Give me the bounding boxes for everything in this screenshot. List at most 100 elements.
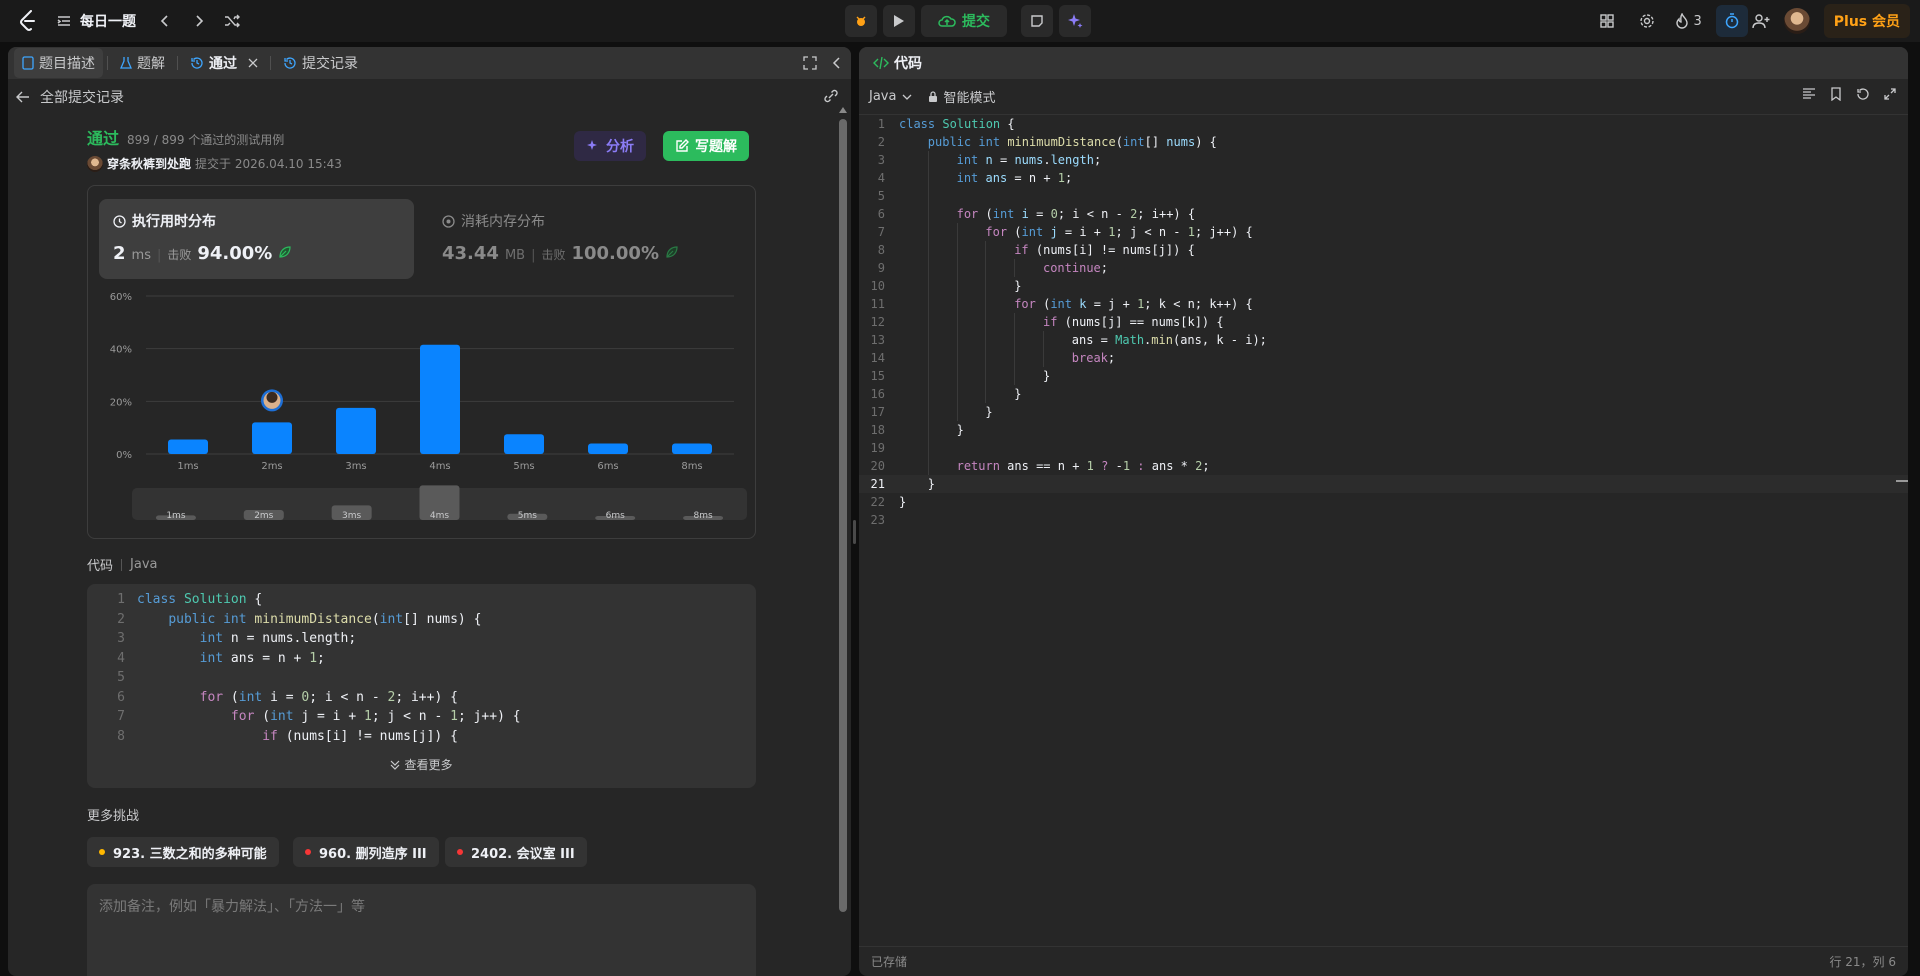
runtime-bar — [420, 344, 460, 454]
challenge-chip[interactable]: 2402. 会议室 III — [445, 837, 587, 867]
panel-resize-handle[interactable] — [853, 520, 856, 544]
code-line: 4 int ans = n + 1; — [877, 169, 1073, 187]
code-language: Java — [130, 557, 158, 572]
leetcode-logo-icon[interactable] — [14, 7, 42, 35]
code-line: 9 continue; — [877, 259, 1109, 277]
plus-membership-button[interactable]: Plus 会员 — [1823, 4, 1910, 38]
notes-button[interactable] — [1021, 5, 1053, 37]
prev-problem-icon[interactable] — [158, 14, 172, 28]
runtime-distribution-chart[interactable]: 60% 40% 20% 0% 1ms 2ms 3ms 4ms 5ms 6ms 8ms 1ms 2ms 3m… — [88, 186, 755, 538]
code-line: 6 for (int i = 0; i < n - 2; i++) { — [117, 689, 458, 705]
difficulty-dot — [99, 849, 105, 855]
code-label: 代码 — [87, 559, 114, 574]
y-tick-label: 60% — [110, 292, 132, 303]
challenge-chip[interactable]: 960. 删列造序 III — [293, 837, 439, 867]
code-line: 23 — [870, 513, 885, 527]
difficulty-dot — [457, 849, 463, 855]
cloud-upload-icon — [938, 14, 956, 28]
code-line: 19 — [859, 439, 1908, 457]
code-line: 7 for (int j = i + 1; j < n - 1; j++) { — [117, 709, 521, 724]
code-editor[interactable]: 1 class Solution { 2 public int minimumDis… — [859, 115, 1908, 955]
challenge-label: 923. 三数之和的多种可能 — [113, 846, 267, 862]
next-problem-icon[interactable] — [192, 14, 206, 28]
x-tick-label: 2ms — [261, 461, 282, 472]
user-avatar-hair — [266, 391, 278, 403]
scrollbar-thumb[interactable] — [839, 119, 847, 912]
editor-status-bar: 已存储 行 21，列 6 — [859, 946, 1908, 976]
reset-icon[interactable] — [1856, 87, 1870, 101]
scroll-up-arrow[interactable] — [839, 107, 847, 113]
layout-icon[interactable] — [1599, 13, 1615, 29]
tab-divider — [177, 56, 178, 70]
bookmark-icon[interactable] — [1830, 87, 1842, 101]
problem-list-icon[interactable] — [56, 13, 72, 29]
code-section-header: 代码 Java — [87, 555, 157, 574]
range-tick-label: 8ms — [693, 511, 712, 521]
history-icon — [283, 56, 297, 70]
note-textarea[interactable]: 添加备注，例如「暴力解法」、「方法一」等 — [87, 884, 756, 976]
all-submissions-link[interactable]: 全部提交记录 — [40, 87, 124, 107]
smart-mode-toggle[interactable]: 智能模式 — [928, 87, 995, 106]
tab-label: 通过 — [209, 56, 237, 72]
close-tab-icon[interactable] — [248, 58, 258, 68]
code-line: 5 — [117, 670, 125, 685]
smart-mode-label: 智能模式 — [943, 91, 996, 106]
debug-button[interactable] — [845, 5, 877, 37]
chevron-down-icon — [902, 93, 912, 101]
code-line: 1 class Solution { — [117, 592, 263, 607]
write-solution-button[interactable]: 写题解 — [663, 131, 749, 161]
streak-count: 3 — [1693, 13, 1702, 29]
vertical-scrollbar[interactable] — [839, 107, 847, 970]
daily-problem-link[interactable]: 每日一题 — [80, 11, 136, 31]
tab-code[interactable]: 代码 — [865, 48, 930, 78]
code-line: 21} — [859, 475, 1908, 493]
language-label: Java — [869, 89, 897, 104]
user-avatar[interactable] — [1783, 8, 1810, 34]
sparkle-icon — [1067, 13, 1083, 29]
code-line: 8 if (nums[i] != nums[j]) { — [117, 728, 458, 744]
challenge-chip[interactable]: 923. 三数之和的多种可能 — [87, 837, 279, 867]
submitter-name[interactable]: 穿条秋裤到处跑 — [107, 155, 191, 172]
tab-solutions[interactable]: 题解 — [112, 48, 173, 78]
range-tick-label: 2ms — [254, 511, 273, 521]
x-tick-label: 6ms — [597, 461, 618, 472]
cursor-position: 行 21，列 6 — [1829, 955, 1896, 969]
document-icon — [22, 56, 34, 70]
double-chevron-down-icon — [390, 760, 400, 770]
ai-assistant-button[interactable] — [1059, 5, 1091, 37]
language-select[interactable]: Java — [869, 89, 912, 104]
code-line: 12 if (nums[j] == nums[k]) { — [870, 313, 1224, 331]
format-icon[interactable] — [1802, 87, 1816, 101]
code-line: 10} — [870, 277, 1022, 295]
streak-counter[interactable]: 3 — [1675, 13, 1702, 29]
code-line: 7 for (int j = i + 1; j < n - 1; j++) { — [877, 223, 1253, 241]
code-line: 17} — [870, 403, 993, 421]
collapse-panel-icon[interactable] — [831, 56, 841, 70]
analyze-button[interactable]: 分析 — [574, 131, 646, 161]
back-arrow-icon[interactable] — [16, 91, 30, 103]
timer-button[interactable] — [1715, 5, 1748, 37]
share-link-icon[interactable] — [823, 89, 839, 103]
code-brackets-icon — [873, 56, 889, 70]
shuffle-icon[interactable] — [224, 14, 240, 28]
status-badge: 通过 — [87, 129, 120, 148]
tab-submissions[interactable]: 提交记录 — [275, 48, 366, 78]
y-tick-label: 0% — [116, 450, 132, 461]
code-line: 20 return ans == n + 1 ? -1 : ans * 2; — [870, 457, 1210, 475]
see-more-button[interactable]: 查看更多 — [87, 756, 756, 773]
submission-subheader: 全部提交记录 — [8, 79, 851, 115]
expand-icon[interactable] — [1884, 87, 1896, 101]
x-tick-label: 4ms — [429, 461, 450, 472]
flask-icon — [120, 56, 132, 70]
tab-label: 题解 — [137, 56, 165, 72]
tab-description[interactable]: 题目描述 — [14, 48, 103, 78]
add-friend-icon[interactable] — [1752, 13, 1770, 29]
code-line: 3 int n = nums.length; — [877, 151, 1102, 169]
code-line: 11 for (int k = j + 1; k < n; k++) { — [870, 295, 1253, 313]
submit-button[interactable]: 提交 — [921, 5, 1007, 37]
tab-accepted[interactable]: 通过 — [182, 48, 266, 78]
settings-gear-icon[interactable] — [1639, 13, 1655, 29]
run-button[interactable] — [883, 5, 915, 37]
code-line: 18} — [870, 421, 964, 439]
fullscreen-icon[interactable] — [803, 56, 817, 70]
